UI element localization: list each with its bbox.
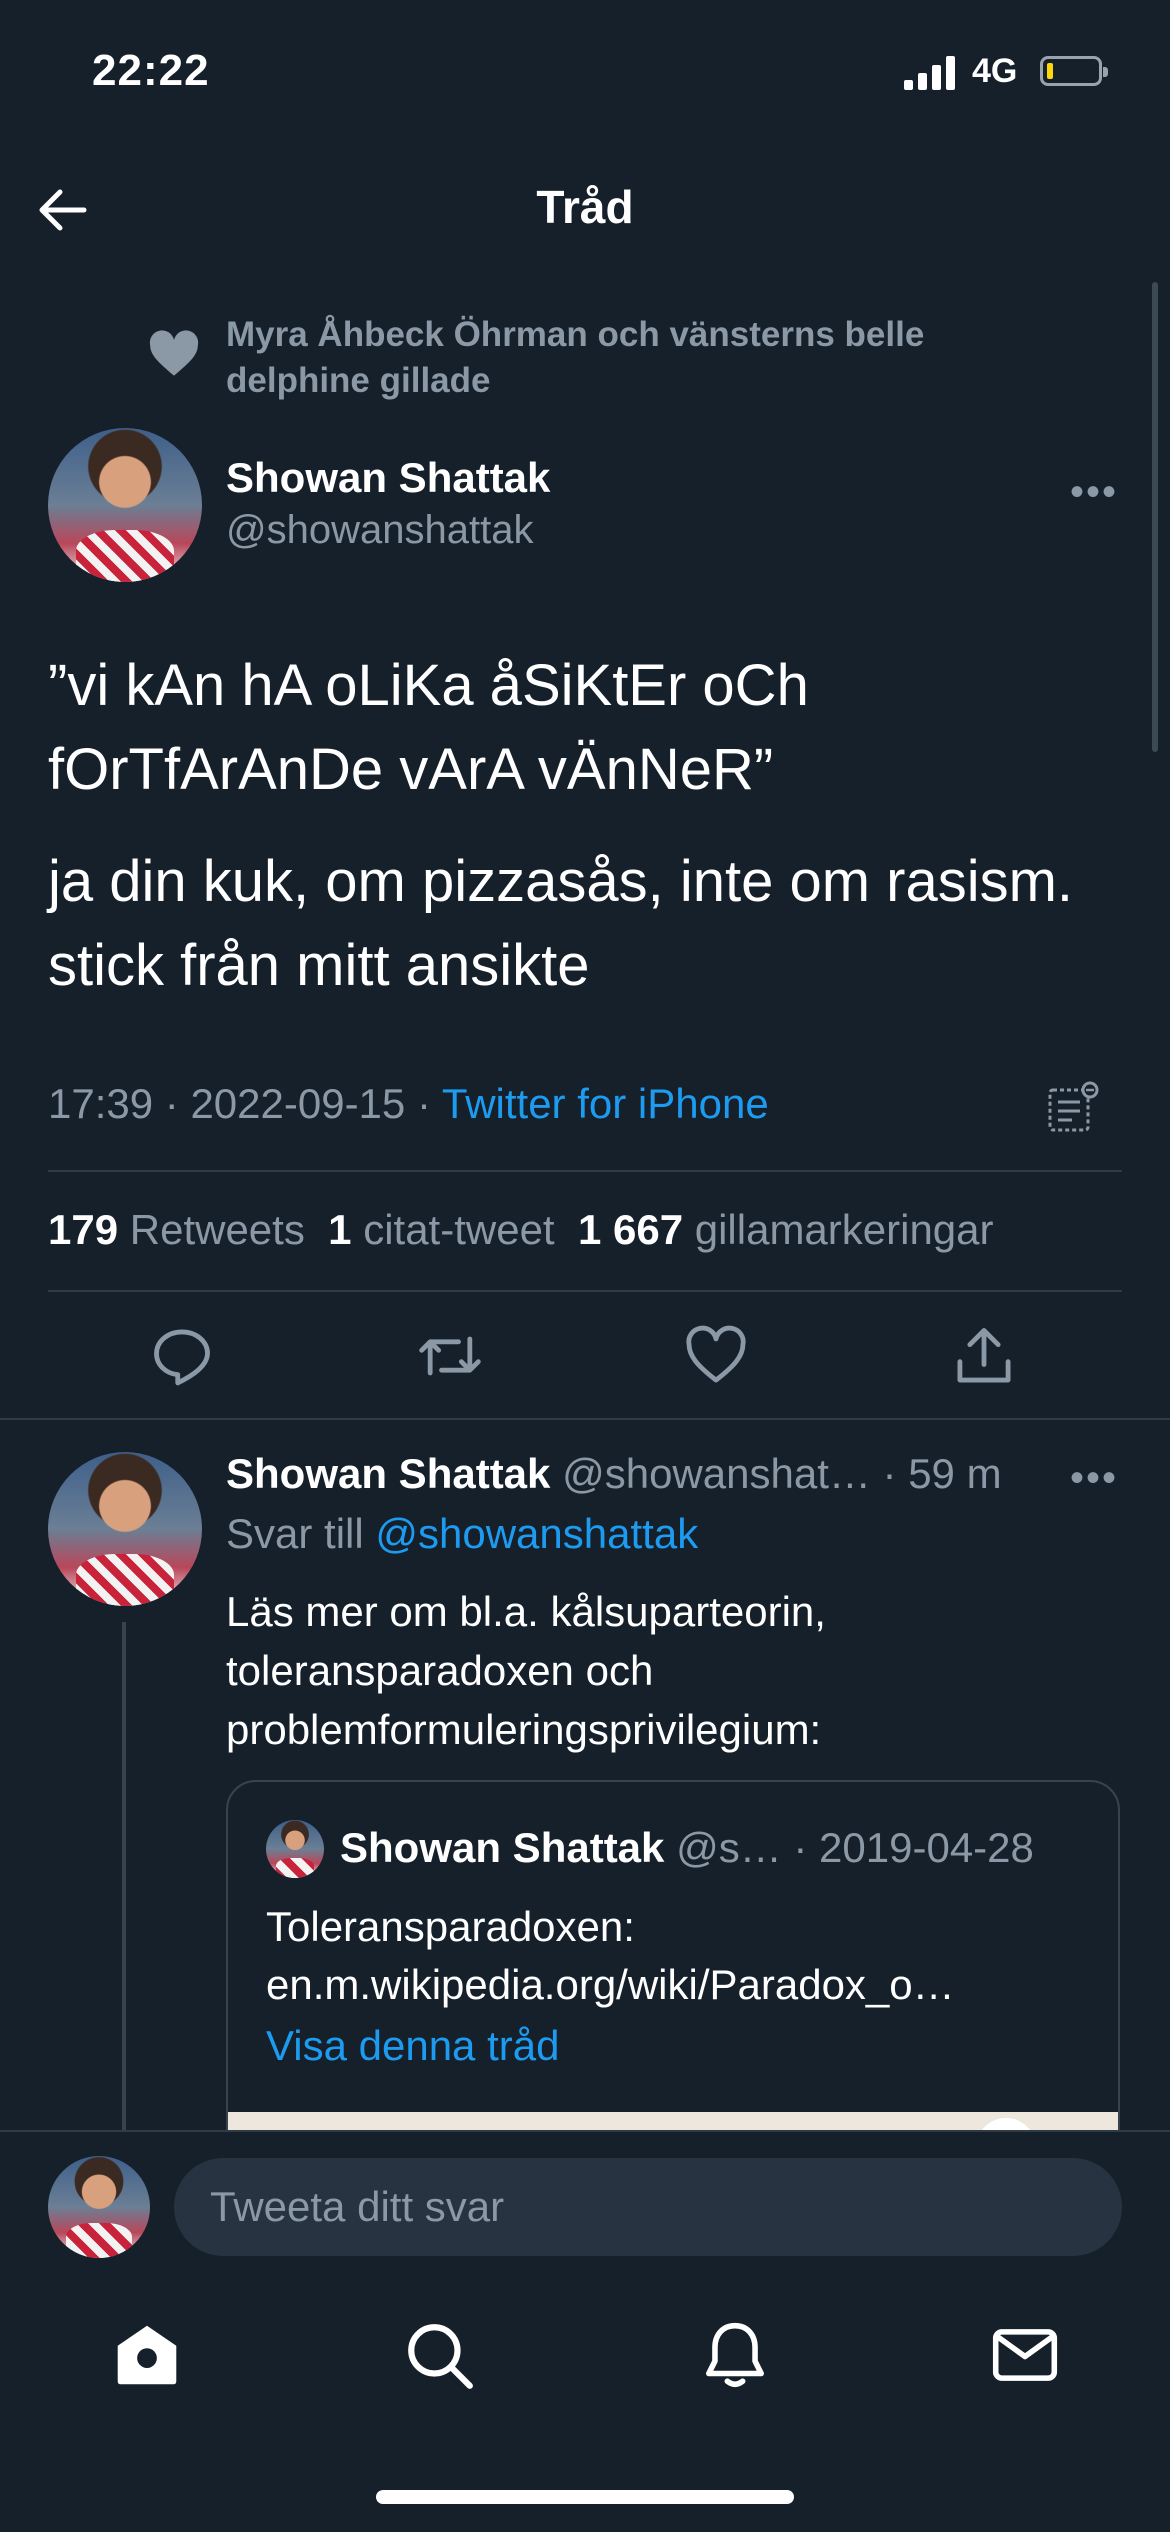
reply-more-icon[interactable]: •••	[1070, 1456, 1118, 1501]
avatar[interactable]	[48, 428, 202, 582]
quote-date: · 2019-04-28	[793, 1824, 1034, 1871]
quoted-tweet[interactable]: Showan Shattak @s… · 2019-04-28 Tolerans…	[226, 1780, 1120, 2160]
tweet-source[interactable]: Twitter for iPhone	[442, 1080, 769, 1127]
composer-avatar	[48, 2156, 150, 2258]
reply-author-handle[interactable]: @showanshat…	[562, 1450, 871, 1497]
more-icon[interactable]: •••	[1070, 470, 1118, 515]
like-icon[interactable]	[682, 1322, 750, 1390]
author-name[interactable]: Showan Shattak	[226, 454, 550, 502]
scrollbar[interactable]	[1152, 282, 1158, 752]
signal-icon	[904, 56, 955, 90]
tweet-text-body: ja din kuk, om pizzasås, inte om rasism.…	[48, 849, 1074, 998]
search-icon[interactable]	[402, 2318, 476, 2392]
reply-author-name[interactable]: Showan Shattak	[226, 1450, 550, 1497]
author-handle[interactable]: @showanshattak	[226, 508, 533, 553]
messages-icon[interactable]	[988, 2318, 1062, 2392]
tweet-date: 2022-09-15	[190, 1080, 406, 1127]
heart-icon	[149, 330, 199, 376]
retweets-label[interactable]: Retweets	[130, 1206, 305, 1253]
quotes-count[interactable]: 1	[328, 1206, 351, 1253]
page-title: Tråd	[536, 181, 634, 233]
retweets-count[interactable]: 179	[48, 1206, 118, 1253]
reply-text: Läs mer om bl.a. kålsuparteorin, toleran…	[226, 1588, 826, 1753]
quote-author-handle: @s…	[676, 1824, 782, 1871]
quote-text: Toleransparadoxen: en.m.wikipedia.org/wi…	[266, 1903, 955, 2008]
tweet-stats: 179 Retweets 1 citat-tweet 1 667 gillama…	[48, 1206, 994, 1254]
reply-to-label: Svar till	[226, 1510, 364, 1557]
tweet-text-quote: ”vi kAn hA oLiKa åSiKtEr oCh fOrTfArAnDe…	[48, 653, 809, 802]
home-icon[interactable]	[110, 2318, 184, 2392]
social-context[interactable]: Myra Åhbeck Öhrman och vänsterns belle d…	[226, 312, 1026, 404]
likes-count[interactable]: 1 667	[578, 1206, 683, 1253]
reply-to: Svar till @showanshattak	[226, 1510, 698, 1558]
tweet-text: ”vi kAn hA oLiKa åSiKtEr oCh fOrTfArAnDe…	[48, 644, 1128, 1036]
divider	[48, 1290, 1122, 1292]
reply-header: Showan Shattak @showanshat… · 59 m	[226, 1450, 1002, 1498]
quote-header: Showan Shattak @s… · 2019-04-28	[340, 1824, 1034, 1872]
reply-icon[interactable]	[148, 1322, 216, 1390]
quote-author-name: Showan Shattak	[340, 1824, 665, 1871]
battery-icon	[1040, 56, 1108, 86]
share-icon[interactable]	[950, 1322, 1018, 1390]
show-thread-link[interactable]: Visa denna tråd	[266, 2022, 559, 2070]
thread-line	[122, 1622, 126, 2132]
divider	[0, 2130, 1170, 2132]
tweet-time: 17:39	[48, 1080, 154, 1127]
reply-input[interactable]	[174, 2158, 1122, 2256]
reply-to-handle[interactable]: @showanshattak	[375, 1510, 698, 1557]
divider	[48, 1170, 1122, 1172]
back-arrow-icon[interactable]	[34, 182, 90, 238]
divider	[0, 1418, 1170, 1420]
notifications-icon[interactable]	[698, 2318, 772, 2392]
home-indicator[interactable]	[376, 2490, 794, 2504]
reply-time: · 59 m	[882, 1450, 1002, 1497]
analytics-icon[interactable]	[1046, 1080, 1102, 1136]
quote-avatar	[266, 1820, 324, 1878]
tweet-meta: 17:39 · 2022-09-15 · Twitter for iPhone	[48, 1080, 769, 1127]
likes-label[interactable]: gillamarkeringar	[695, 1206, 994, 1253]
quotes-label[interactable]: citat-tweet	[363, 1206, 554, 1253]
reply-avatar[interactable]	[48, 1452, 202, 1606]
retweet-icon[interactable]	[416, 1322, 484, 1390]
status-time: 22:22	[92, 46, 210, 95]
network-label: 4G	[972, 52, 1018, 90]
